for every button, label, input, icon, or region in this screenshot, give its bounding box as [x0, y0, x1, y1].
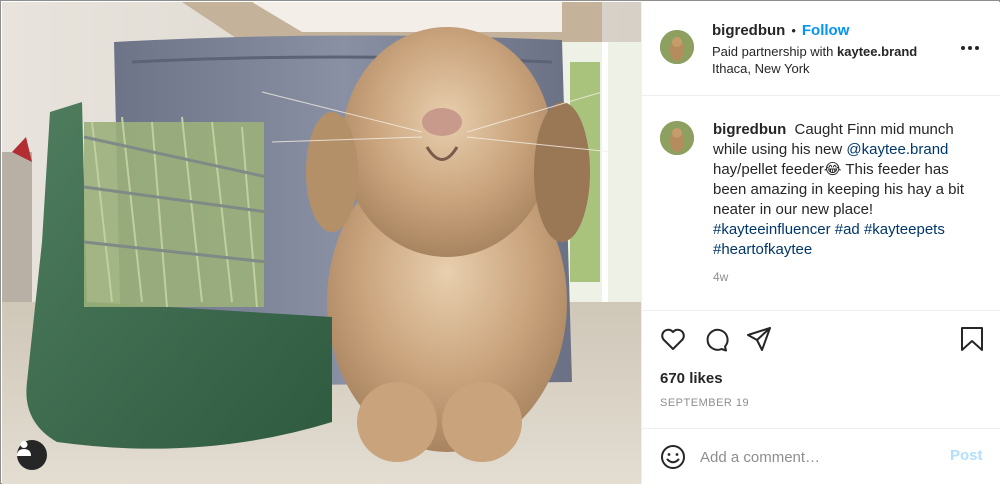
mention-link[interactable]: @kaytee.brand — [846, 141, 948, 158]
post-age[interactable]: 4w — [713, 270, 728, 284]
instagram-post-window: bigredbun • Follow Paid partnership with k… — [0, 0, 1000, 484]
action-bar — [642, 312, 1000, 362]
post-photo[interactable] — [2, 2, 641, 484]
follow-button[interactable]: Follow — [802, 22, 850, 39]
rabbit-photo-illustration — [2, 2, 641, 484]
separator-dot: • — [791, 23, 796, 38]
avatar-image — [660, 30, 694, 64]
heart-icon[interactable] — [659, 325, 687, 353]
post-comment-button[interactable]: Post — [950, 447, 983, 464]
user-silhouette-icon — [17, 441, 31, 456]
location-link[interactable]: Ithaca, New York — [712, 61, 810, 76]
hashtag-link[interactable]: #heartofkaytee — [713, 241, 812, 258]
user-tag-icon[interactable] — [17, 440, 47, 470]
partnership-prefix: Paid partnership with — [712, 44, 834, 59]
post-side-panel: bigredbun • Follow Paid partnership with k… — [641, 2, 1000, 484]
avatar[interactable] — [660, 30, 694, 64]
bookmark-icon[interactable] — [958, 325, 986, 353]
partner-link[interactable]: kaytee.brand — [837, 44, 917, 59]
comment-input[interactable] — [700, 445, 930, 469]
username-link[interactable]: bigredbun — [712, 22, 785, 39]
avatar-image — [660, 121, 694, 155]
post-date: SEPTEMBER 19 — [660, 397, 750, 409]
more-options-icon[interactable] — [958, 38, 982, 58]
header-line-user: bigredbun • Follow — [712, 22, 849, 39]
hashtag-link[interactable]: #kayteepets — [864, 221, 945, 238]
caption-text-2: hay/pellet feeder😂 This feeder has been … — [713, 161, 965, 218]
add-comment-bar: Post — [642, 428, 1000, 484]
comment-icon[interactable] — [702, 325, 730, 353]
emoji-icon[interactable] — [659, 443, 687, 471]
likes-count[interactable]: 670 likes — [660, 370, 723, 387]
share-icon[interactable] — [745, 325, 773, 353]
caption-avatar[interactable] — [660, 121, 694, 155]
hashtag-link[interactable]: #kayteeinfluencer — [713, 221, 831, 238]
hashtag-link[interactable]: #ad — [835, 221, 860, 238]
partnership-label: Paid partnership with kaytee.brand — [712, 44, 917, 59]
caption-username[interactable]: bigredbun — [713, 121, 786, 138]
post-caption: bigredbun Caught Finn mid munch while us… — [713, 120, 983, 260]
post-header: bigredbun • Follow Paid partnership with k… — [642, 2, 1000, 96]
comments-section: bigredbun Caught Finn mid munch while us… — [642, 97, 1000, 311]
